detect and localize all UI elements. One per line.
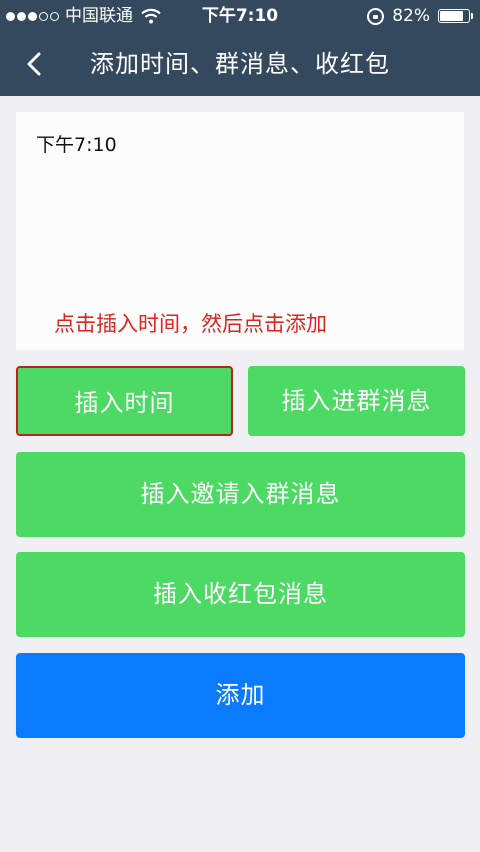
battery-percent: 82% <box>392 6 430 26</box>
insert-time-button[interactable]: 插入时间 <box>16 366 233 436</box>
preview-panel: 下午7:10 点击插入时间，然后点击添加 <box>16 112 464 350</box>
orientation-lock-icon <box>367 7 385 25</box>
page-title: 添加时间、群消息、收红包 <box>90 50 390 78</box>
instruction-hint: 点击插入时间，然后点击添加 <box>54 312 327 336</box>
status-bar: 中国联通 下午7:10 82% <box>0 0 480 32</box>
battery-fill <box>440 11 463 21</box>
nav-bar: 添加时间、群消息、收红包 <box>0 32 480 96</box>
preview-time-text: 下午7:10 <box>36 134 117 156</box>
insert-red-packet-button[interactable]: 插入收红包消息 <box>16 552 465 637</box>
back-chevron-icon[interactable] <box>14 44 54 84</box>
battery-icon <box>438 9 473 23</box>
top-bar: 中国联通 下午7:10 82% 添加时间、群消息、收红包 <box>0 0 480 96</box>
add-button[interactable]: 添加 <box>16 653 465 738</box>
insert-invite-group-button[interactable]: 插入邀请入群消息 <box>16 452 465 537</box>
status-right: 82% <box>367 0 473 32</box>
insert-join-group-button[interactable]: 插入进群消息 <box>248 366 465 436</box>
